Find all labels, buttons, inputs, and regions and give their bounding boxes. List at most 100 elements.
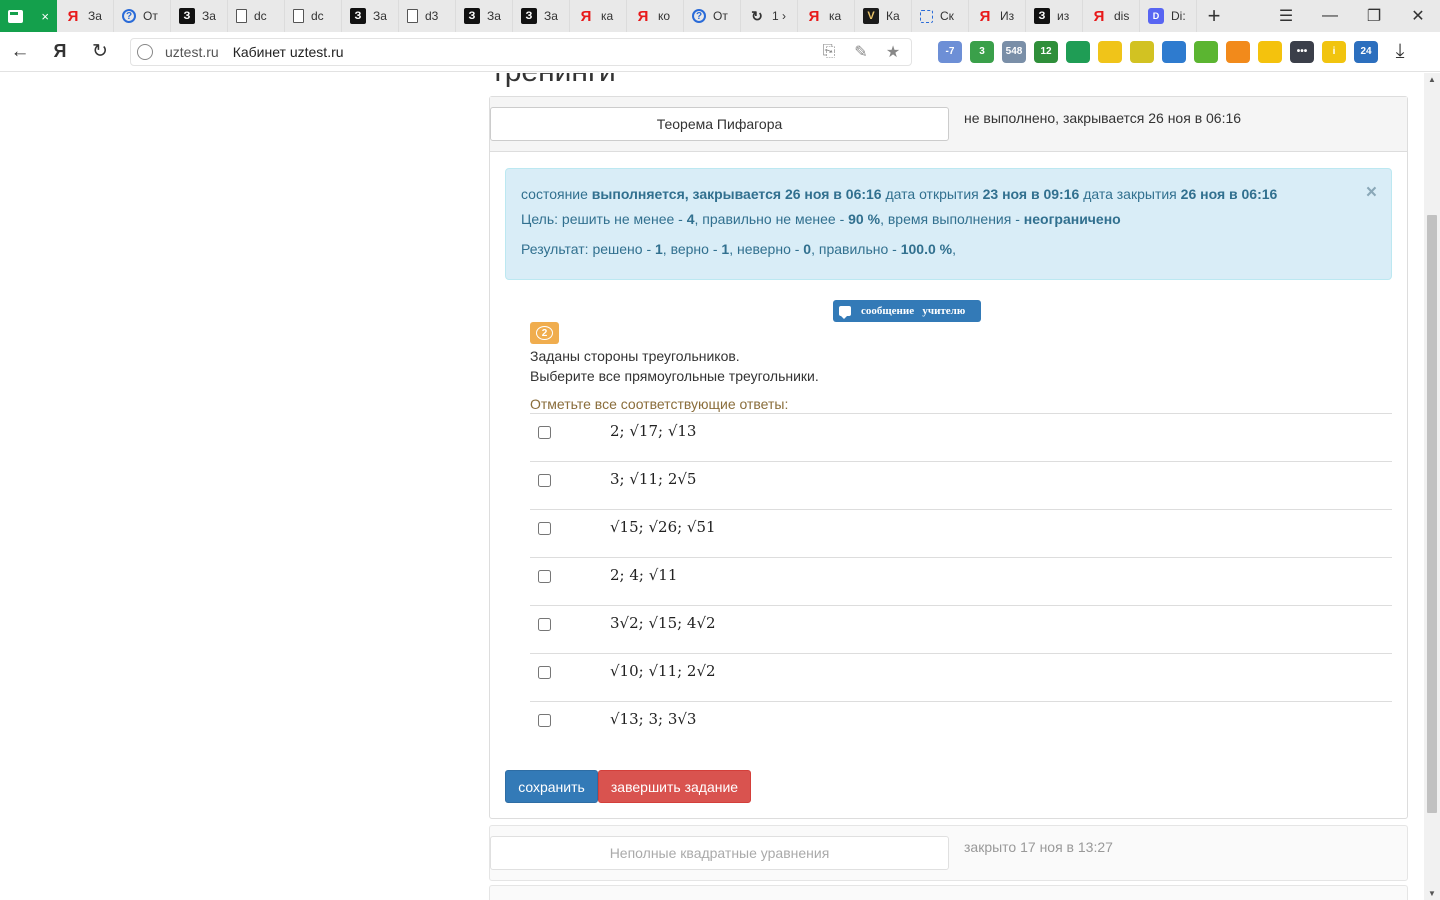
- answer-option: √13; 3; 3√3: [530, 701, 1392, 749]
- state-label: состояние: [521, 186, 588, 202]
- browser-tab[interactable]: dc: [228, 0, 285, 32]
- browser-tab[interactable]: Я За: [57, 0, 114, 32]
- browser-tab[interactable]: Зиз: [1026, 0, 1083, 32]
- scroll-down-icon[interactable]: ▼: [1428, 889, 1436, 898]
- orange-shield-icon[interactable]: [1226, 40, 1250, 63]
- browser-tab[interactable]: Яка: [798, 0, 855, 32]
- tab-label: От: [713, 9, 728, 23]
- menu-icon[interactable]: ☰: [1264, 0, 1308, 32]
- discord-icon: D: [1148, 8, 1164, 24]
- green-down-icon[interactable]: [1194, 40, 1218, 63]
- yellow-cursor-icon[interactable]: [1258, 40, 1282, 63]
- mail-icon[interactable]: 548: [1002, 40, 1026, 63]
- browser-tab[interactable]: З За: [513, 0, 570, 32]
- answer-checkbox[interactable]: [538, 570, 551, 583]
- result-wrong: 0: [803, 241, 812, 257]
- answer-option: 2; √17; √13: [530, 413, 1392, 461]
- calendar-icon[interactable]: 24: [1354, 40, 1378, 63]
- translate-icon[interactable]: ⎘: [819, 42, 839, 62]
- browser-tab[interactable]: Яко: [627, 0, 684, 32]
- answer-checkbox[interactable]: [538, 522, 551, 535]
- yandex-icon: Я: [580, 7, 592, 25]
- answer-checkbox[interactable]: [538, 666, 551, 679]
- chat-icon[interactable]: 12: [1034, 40, 1058, 63]
- close-window-icon[interactable]: ✕: [1396, 0, 1440, 32]
- green-circle-icon[interactable]: [1066, 40, 1090, 63]
- tab-label: d3: [425, 9, 439, 23]
- answer-checkbox[interactable]: [538, 426, 551, 439]
- finish-task-button[interactable]: завершить задание: [598, 770, 751, 803]
- znanija-icon: З: [350, 8, 366, 24]
- tab-label: От: [143, 9, 158, 23]
- page-scrollbar[interactable]: ▲ ▼: [1424, 73, 1440, 900]
- browser-tab[interactable]: Ск: [912, 0, 969, 32]
- bookmark-star-icon[interactable]: ★: [883, 42, 903, 62]
- answer-checkbox[interactable]: [538, 714, 551, 727]
- minimize-icon[interactable]: —: [1308, 0, 1352, 32]
- goal-time-value: неограничено: [1023, 211, 1121, 227]
- reader-icon[interactable]: ✎: [851, 42, 871, 62]
- task-panel-header: Теорема Пифагора не выполнено, закрывает…: [490, 97, 1407, 152]
- browser-tab[interactable]: ? От: [684, 0, 741, 32]
- back-icon[interactable]: ←: [0, 32, 40, 72]
- task2-title-button[interactable]: Неполные квадратные уравнения: [490, 836, 949, 870]
- blue-bird-icon[interactable]: [1162, 40, 1186, 63]
- alert-result-line: Результат: решено - 1, верно - 1, неверн…: [521, 239, 1376, 264]
- browser-tab[interactable]: d3: [399, 0, 456, 32]
- browser-tab[interactable]: ×: [0, 0, 57, 32]
- new-tab-button[interactable]: +: [1197, 0, 1231, 32]
- answer-option: 3; √11; 2√5: [530, 461, 1392, 509]
- comment-icon: [839, 306, 851, 319]
- restore-icon[interactable]: ❐: [1352, 0, 1396, 32]
- tab-label: из: [1057, 9, 1070, 23]
- browser-tab[interactable]: D Di:: [1140, 0, 1197, 32]
- tab-label: За: [373, 9, 387, 23]
- browser-tab[interactable]: V Ка: [855, 0, 912, 32]
- extensions-bar: -7 3 548 12 ••• i 24: [938, 40, 1378, 63]
- answer-checkbox[interactable]: [538, 618, 551, 631]
- yandex-icon: Я: [637, 7, 649, 25]
- question-icon: ?: [122, 9, 136, 23]
- yellow-star-icon[interactable]: [1130, 40, 1154, 63]
- task-title-button[interactable]: Теорема Пифагора: [490, 107, 949, 141]
- tab-label: Ка: [886, 9, 900, 23]
- goal-solved: 4: [686, 211, 695, 227]
- close-icon[interactable]: ×: [1366, 183, 1377, 203]
- answer-option: 3√2; √15; 4√2: [530, 605, 1392, 653]
- tab-label: Из: [1000, 9, 1015, 23]
- answer-checkbox[interactable]: [538, 474, 551, 487]
- answer-option: √10; √11; 2√2: [530, 653, 1392, 701]
- browser-tab[interactable]: ↻ 1 ›: [741, 0, 798, 32]
- scroll-up-icon[interactable]: ▲: [1428, 75, 1436, 84]
- browser-tab[interactable]: dc: [285, 0, 342, 32]
- znanija-icon: З: [1034, 8, 1050, 24]
- answer-formula: 2; 4; √11: [610, 566, 678, 584]
- scroll-thumb[interactable]: [1427, 215, 1437, 813]
- yellow-arrow-icon[interactable]: [1098, 40, 1122, 63]
- task-info-alert: × состояние выполняется, закрывается 26 …: [505, 168, 1392, 280]
- task-panel: Теорема Пифагора не выполнено, закрывает…: [489, 96, 1408, 819]
- green-counter-icon[interactable]: 3: [970, 40, 994, 63]
- yellow-i-icon[interactable]: i: [1322, 40, 1346, 63]
- yandex-home-icon[interactable]: Я: [40, 32, 80, 72]
- browser-tab[interactable]: З За: [171, 0, 228, 32]
- close-value: 26 ноя в 06:16: [1180, 186, 1278, 202]
- message-teacher-button[interactable]: сообщение учителю: [833, 300, 981, 322]
- browser-tab[interactable]: Яка: [570, 0, 627, 32]
- reload-icon[interactable]: ↻: [80, 32, 120, 72]
- browser-tab[interactable]: Я Из: [969, 0, 1026, 32]
- site-info-icon[interactable]: [137, 43, 153, 60]
- browser-tab[interactable]: ? От: [114, 0, 171, 32]
- download-icon[interactable]: ⤓: [1388, 40, 1412, 63]
- browser-tab[interactable]: З За: [456, 0, 513, 32]
- url-field[interactable]: uztest.ru Кабинет uztest.ru ⎘ ✎ ★: [130, 37, 912, 66]
- dots-icon[interactable]: •••: [1290, 40, 1314, 63]
- browser-tab[interactable]: Яdis: [1083, 0, 1140, 32]
- save-button[interactable]: сохранить: [505, 770, 598, 803]
- tab-label: 1 ›: [772, 9, 787, 23]
- weather-icon[interactable]: -7: [938, 40, 962, 63]
- answer-formula: √13; 3; 3√3: [610, 710, 697, 728]
- tab-close-icon[interactable]: ×: [41, 9, 49, 24]
- browser-tab[interactable]: З За: [342, 0, 399, 32]
- result-percent: 100.0 %: [900, 241, 953, 257]
